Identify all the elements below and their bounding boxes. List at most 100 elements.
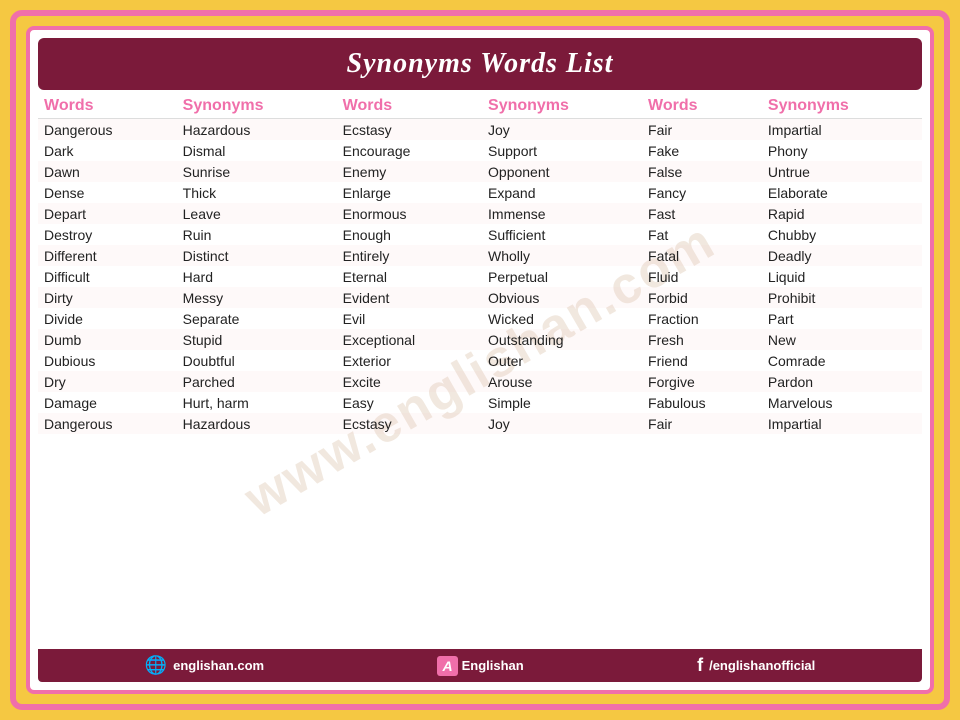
footer-social: f /englishanofficial <box>697 655 815 676</box>
cell-w3-10: Fresh <box>642 329 762 350</box>
column-header-s2: Synonyms <box>482 94 642 119</box>
social-label: /englishanofficial <box>709 658 815 673</box>
cell-s1-5: Ruin <box>177 224 337 245</box>
cell-s3-13: Marvelous <box>762 392 922 413</box>
cell-w3-1: Fake <box>642 140 762 161</box>
table-row: DumbStupidExceptionalOutstandingFreshNew <box>38 329 922 350</box>
cell-w3-13: Fabulous <box>642 392 762 413</box>
cell-s1-1: Dismal <box>177 140 337 161</box>
cell-w2-6: Entirely <box>337 245 482 266</box>
cell-s1-8: Messy <box>177 287 337 308</box>
cell-w2-5: Enough <box>337 224 482 245</box>
cell-s1-3: Thick <box>177 182 337 203</box>
cell-s2-14: Joy <box>482 413 642 434</box>
cell-s3-2: Untrue <box>762 161 922 182</box>
inner-card: Synonyms Words List www.englishan.com Wo… <box>26 26 934 694</box>
cell-w2-2: Enemy <box>337 161 482 182</box>
cell-s3-6: Deadly <box>762 245 922 266</box>
table-area: www.englishan.com WordsSynonymsWordsSyno… <box>30 90 930 649</box>
page-title: Synonyms Words List <box>58 48 902 80</box>
cell-w2-11: Exterior <box>337 350 482 371</box>
cell-w2-12: Excite <box>337 371 482 392</box>
cell-s2-0: Joy <box>482 119 642 141</box>
cell-s2-6: Wholly <box>482 245 642 266</box>
cell-w1-3: Dense <box>38 182 177 203</box>
cell-s1-13: Hurt, harm <box>177 392 337 413</box>
cell-w1-2: Dawn <box>38 161 177 182</box>
cell-s3-9: Part <box>762 308 922 329</box>
table-row: DirtyMessyEvidentObviousForbidProhibit <box>38 287 922 308</box>
table-row: DarkDismalEncourageSupportFakePhony <box>38 140 922 161</box>
logo-icon: A <box>437 656 457 676</box>
table-row: DangerousHazardousEcstasyJoyFairImpartia… <box>38 119 922 141</box>
cell-s3-8: Prohibit <box>762 287 922 308</box>
cell-s2-13: Simple <box>482 392 642 413</box>
cell-s1-7: Hard <box>177 266 337 287</box>
cell-s2-7: Perpetual <box>482 266 642 287</box>
cell-s1-6: Distinct <box>177 245 337 266</box>
cell-w1-0: Dangerous <box>38 119 177 141</box>
outer-border: Synonyms Words List www.englishan.com Wo… <box>10 10 950 710</box>
cell-w1-13: Damage <box>38 392 177 413</box>
cell-w3-11: Friend <box>642 350 762 371</box>
table-row: DangerousHazardousEcstasyJoyFairImpartia… <box>38 413 922 434</box>
column-header-s3: Synonyms <box>762 94 922 119</box>
cell-s3-12: Pardon <box>762 371 922 392</box>
cell-s2-1: Support <box>482 140 642 161</box>
cell-s2-10: Outstanding <box>482 329 642 350</box>
synonyms-table: WordsSynonymsWordsSynonymsWordsSynonyms … <box>38 94 922 434</box>
cell-s3-14: Impartial <box>762 413 922 434</box>
cell-s2-11: Outer <box>482 350 642 371</box>
cell-s3-0: Impartial <box>762 119 922 141</box>
cell-w3-14: Fair <box>642 413 762 434</box>
cell-w2-10: Exceptional <box>337 329 482 350</box>
table-row: DenseThickEnlargeExpandFancyElaborate <box>38 182 922 203</box>
cell-w1-4: Depart <box>38 203 177 224</box>
cell-w2-1: Encourage <box>337 140 482 161</box>
cell-w2-14: Ecstasy <box>337 413 482 434</box>
cell-s2-9: Wicked <box>482 308 642 329</box>
cell-w1-12: Dry <box>38 371 177 392</box>
cell-s3-5: Chubby <box>762 224 922 245</box>
footer-brand: A Englishan <box>437 656 523 676</box>
cell-w3-4: Fast <box>642 203 762 224</box>
cell-w2-13: Easy <box>337 392 482 413</box>
cell-s2-4: Immense <box>482 203 642 224</box>
cell-w3-7: Fluid <box>642 266 762 287</box>
cell-s2-12: Arouse <box>482 371 642 392</box>
cell-w2-8: Evident <box>337 287 482 308</box>
cell-s2-2: Opponent <box>482 161 642 182</box>
cell-w3-3: Fancy <box>642 182 762 203</box>
table-row: DamageHurt, harmEasySimpleFabulousMarvel… <box>38 392 922 413</box>
cell-s1-9: Separate <box>177 308 337 329</box>
cell-s1-14: Hazardous <box>177 413 337 434</box>
cell-s1-4: Leave <box>177 203 337 224</box>
cell-s1-10: Stupid <box>177 329 337 350</box>
table-row: DivideSeparateEvilWickedFractionPart <box>38 308 922 329</box>
cell-w2-0: Ecstasy <box>337 119 482 141</box>
column-header-s1: Synonyms <box>177 94 337 119</box>
cell-s1-11: Doubtful <box>177 350 337 371</box>
cell-w3-12: Forgive <box>642 371 762 392</box>
cell-s3-4: Rapid <box>762 203 922 224</box>
cell-s1-2: Sunrise <box>177 161 337 182</box>
table-row: DubiousDoubtfulExteriorOuterFriendComrad… <box>38 350 922 371</box>
column-header-w3: Words <box>642 94 762 119</box>
cell-w1-9: Divide <box>38 308 177 329</box>
cell-s3-10: New <box>762 329 922 350</box>
cell-s3-11: Comrade <box>762 350 922 371</box>
table-row: DifficultHardEternalPerpetualFluidLiquid <box>38 266 922 287</box>
column-header-w1: Words <box>38 94 177 119</box>
cell-s2-8: Obvious <box>482 287 642 308</box>
footer: 🌐 englishan.com A Englishan f /englishan… <box>38 649 922 682</box>
cell-w2-7: Eternal <box>337 266 482 287</box>
cell-s3-3: Elaborate <box>762 182 922 203</box>
cell-w2-3: Enlarge <box>337 182 482 203</box>
cell-s3-1: Phony <box>762 140 922 161</box>
cell-w1-14: Dangerous <box>38 413 177 434</box>
table-row: DestroyRuinEnoughSufficientFatChubby <box>38 224 922 245</box>
table-row: DifferentDistinctEntirelyWhollyFatalDead… <box>38 245 922 266</box>
cell-w3-0: Fair <box>642 119 762 141</box>
cell-s1-12: Parched <box>177 371 337 392</box>
table-row: DepartLeaveEnormousImmenseFastRapid <box>38 203 922 224</box>
